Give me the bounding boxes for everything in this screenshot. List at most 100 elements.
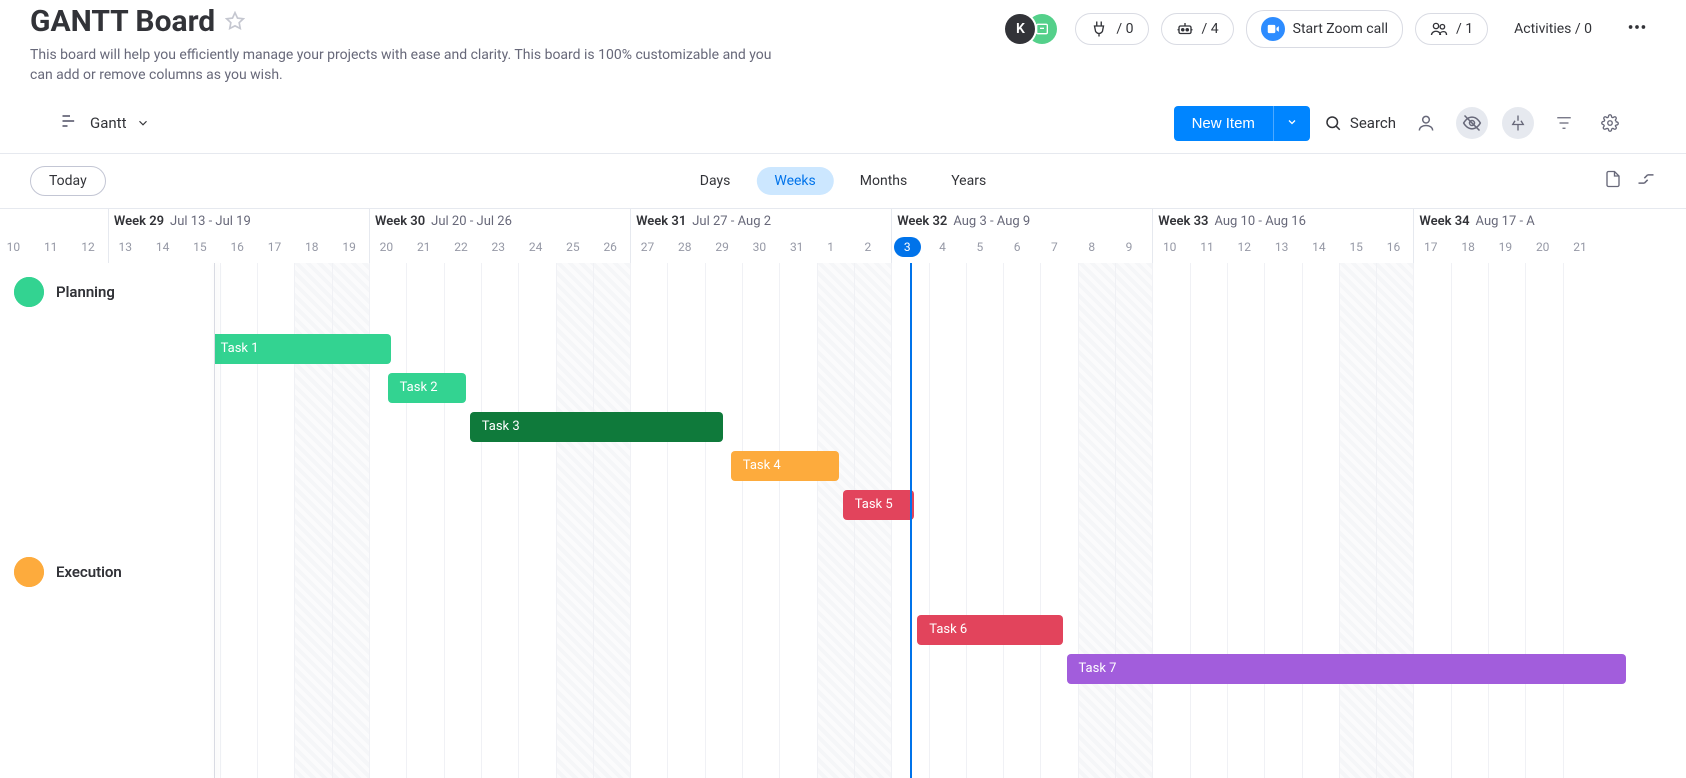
- week-header: Week 34Aug 17 - A: [1419, 209, 1534, 235]
- settings-button[interactable]: [1594, 107, 1626, 139]
- robot-icon: [1176, 20, 1194, 38]
- filter-button[interactable]: [1548, 107, 1580, 139]
- export-button[interactable]: [1604, 170, 1622, 192]
- day-label: 15: [193, 237, 207, 257]
- integrations-chip[interactable]: / 0: [1075, 13, 1148, 45]
- day-label: 26: [603, 237, 617, 257]
- new-item-group: New Item: [1174, 106, 1310, 141]
- star-icon[interactable]: [225, 4, 245, 39]
- pin-icon: [1509, 114, 1527, 132]
- zoom-chip[interactable]: Start Zoom call: [1246, 10, 1403, 48]
- week-header: Week 32Aug 3 - Aug 9: [897, 209, 1030, 235]
- view-switcher[interactable]: Gantt: [60, 111, 150, 135]
- zoom-icon: [1261, 17, 1285, 41]
- day-label: 11: [44, 237, 58, 257]
- header-actions: K / 0 / 4 Start Zoom call /: [1005, 10, 1656, 48]
- group-name: Execution: [56, 563, 122, 581]
- day-label: 11: [1200, 237, 1214, 257]
- day-label: 14: [156, 237, 170, 257]
- week-header: Week 29Jul 13 - Jul 19: [114, 209, 251, 235]
- group-color-dot: [14, 277, 44, 307]
- gantt-icon: [60, 111, 80, 135]
- day-label: 18: [1461, 237, 1475, 257]
- day-label: 25: [566, 237, 580, 257]
- day-today: 3: [894, 237, 921, 257]
- day-label: 18: [305, 237, 319, 257]
- person-icon: [1416, 113, 1436, 133]
- day-label: 19: [342, 237, 356, 257]
- day-label: 15: [1349, 237, 1363, 257]
- group-name: Planning: [56, 283, 115, 301]
- automations-chip[interactable]: / 4: [1161, 13, 1234, 45]
- day-label: 16: [230, 237, 244, 257]
- chip-text: / 0: [1116, 21, 1133, 37]
- group-color-dot: [14, 557, 44, 587]
- day-label: 17: [1424, 237, 1438, 257]
- gantt-chart[interactable]: Jul 12Week 29Jul 13 - Jul 19Week 30Jul 2…: [0, 208, 1686, 778]
- task-bar[interactable]: Task 5: [843, 490, 914, 520]
- task-bar[interactable]: Task 4: [731, 451, 839, 481]
- day-label: 4: [939, 237, 946, 257]
- scale-options: DaysWeeks Months Years: [682, 167, 1004, 195]
- day-label: 5: [976, 237, 983, 257]
- day-label: 1: [827, 237, 834, 257]
- day-label: 27: [641, 237, 655, 257]
- task-bar[interactable]: Task 1: [209, 334, 392, 364]
- scale-option-years[interactable]: Years: [933, 167, 1004, 195]
- avatar-stack[interactable]: K: [1005, 14, 1057, 44]
- task-bar[interactable]: Task 6: [917, 615, 1062, 645]
- page-title: GANTT Board: [30, 4, 215, 39]
- group-row[interactable]: Execution: [14, 557, 122, 587]
- day-label: 13: [119, 237, 133, 257]
- task-bar[interactable]: Task 7: [1067, 654, 1627, 684]
- day-label: 10: [1163, 237, 1177, 257]
- day-label: 7: [1051, 237, 1058, 257]
- search-icon: [1324, 114, 1342, 132]
- task-bar[interactable]: Task 3: [470, 412, 724, 442]
- day-label: 19: [1499, 237, 1513, 257]
- scale-option-months[interactable]: Months: [842, 167, 925, 195]
- day-label: 21: [417, 237, 431, 257]
- scale-option-weeks[interactable]: Weeks: [756, 167, 833, 195]
- pin-button[interactable]: [1502, 107, 1534, 139]
- day-label: 20: [380, 237, 394, 257]
- new-item-button[interactable]: New Item: [1174, 106, 1273, 141]
- chip-text: Start Zoom call: [1293, 21, 1388, 37]
- day-label: 2: [865, 237, 872, 257]
- eye-off-icon: [1462, 113, 1482, 133]
- collapse-icon: [1636, 169, 1656, 189]
- person-filter-button[interactable]: [1410, 107, 1442, 139]
- day-label: 20: [1536, 237, 1550, 257]
- search-button[interactable]: Search: [1324, 114, 1396, 132]
- task-bar[interactable]: Task 2: [388, 373, 466, 403]
- day-label: 9: [1126, 237, 1133, 257]
- chevron-down-icon: [1286, 116, 1298, 128]
- day-label: 24: [529, 237, 543, 257]
- scale-option-days[interactable]: Days: [682, 167, 749, 195]
- new-item-caret[interactable]: [1273, 106, 1310, 141]
- activities-link[interactable]: Activities / 0: [1500, 15, 1606, 43]
- plug-icon: [1090, 20, 1108, 38]
- collapse-button[interactable]: [1636, 169, 1656, 193]
- page-description: This board will help you efficiently man…: [30, 45, 790, 86]
- more-menu-icon[interactable]: [1618, 12, 1656, 46]
- hide-columns-button[interactable]: [1456, 107, 1488, 139]
- group-row[interactable]: Planning: [14, 277, 115, 307]
- day-label: 21: [1573, 237, 1587, 257]
- day-label: 29: [715, 237, 729, 257]
- week-header: Week 30Jul 20 - Jul 26: [375, 209, 512, 235]
- gear-icon: [1601, 114, 1619, 132]
- day-label: 31: [790, 237, 804, 257]
- week-header: Week 33Aug 10 - Aug 16: [1158, 209, 1306, 235]
- chip-text: / 4: [1202, 21, 1219, 37]
- day-label: 16: [1387, 237, 1401, 257]
- day-label: 12: [81, 237, 95, 257]
- today-button[interactable]: Today: [30, 166, 106, 196]
- members-chip[interactable]: / 1: [1415, 13, 1488, 45]
- search-label: Search: [1350, 114, 1396, 132]
- day-label: 17: [268, 237, 282, 257]
- week-header: Week 31Jul 27 - Aug 2: [636, 209, 771, 235]
- day-label: 13: [1275, 237, 1289, 257]
- chevron-down-icon: [136, 116, 150, 130]
- day-label: 28: [678, 237, 692, 257]
